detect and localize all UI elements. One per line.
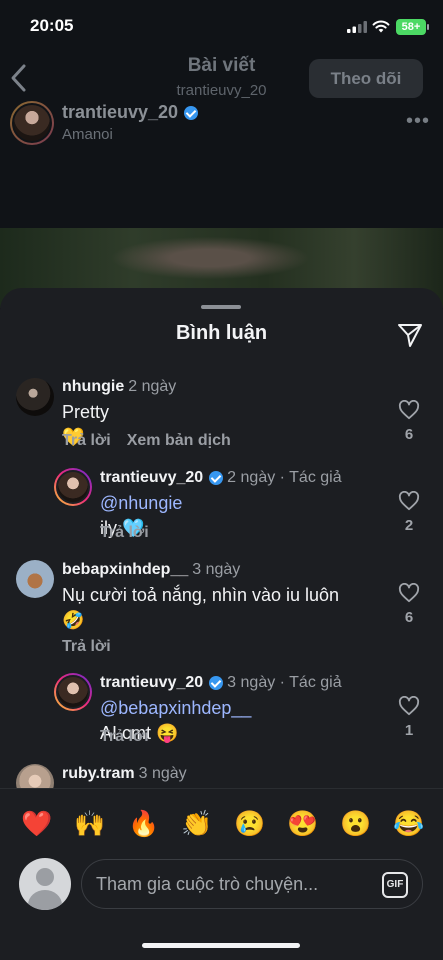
post-author-username[interactable]: trantieuvy_20 bbox=[62, 102, 199, 123]
like-count: 6 bbox=[404, 609, 414, 626]
emoji-clapping[interactable]: 👏 bbox=[181, 809, 212, 839]
comment-time: 3 ngày bbox=[192, 561, 241, 578]
commenter-avatar[interactable] bbox=[16, 378, 54, 416]
comment-time: 3 ngày bbox=[138, 765, 187, 782]
emoji-heart[interactable]: ❤️ bbox=[21, 809, 52, 839]
comment-actions: Trả lời bbox=[100, 524, 165, 542]
comments-sheet: Bình luận nhungie 2 ngày Pretty💛 Trả lời X… bbox=[0, 288, 443, 960]
reply-button[interactable]: Trả lời bbox=[100, 524, 149, 541]
comment-composer: GIF bbox=[0, 858, 443, 928]
like-count: 6 bbox=[404, 426, 414, 443]
like-control[interactable]: 2 bbox=[398, 491, 420, 534]
heart-icon[interactable] bbox=[398, 583, 420, 603]
comment-header: nhungie 2 ngày bbox=[62, 378, 176, 396]
verified-badge-icon bbox=[209, 470, 224, 485]
sheet-grabber[interactable] bbox=[201, 305, 241, 309]
emoji-fire[interactable]: 🔥 bbox=[128, 809, 159, 839]
emoji-raised-hands[interactable]: 🙌 bbox=[74, 809, 105, 839]
comment-username[interactable]: ruby.tram bbox=[62, 765, 135, 782]
emoji-crying[interactable]: 😢 bbox=[234, 809, 265, 839]
comment-header: trantieuvy_20 3 ngày · Tác giả bbox=[100, 674, 342, 692]
status-time: 20:05 bbox=[30, 16, 74, 35]
follow-button[interactable]: Theo dõi bbox=[309, 59, 423, 98]
like-control[interactable]: 6 bbox=[398, 400, 420, 443]
emoji-surprised[interactable]: 😮 bbox=[340, 809, 371, 839]
comment-username[interactable]: bebapxinhdep__ bbox=[62, 561, 188, 578]
like-control[interactable]: 6 bbox=[398, 583, 420, 626]
comment-actions: Trả lời bbox=[100, 728, 165, 746]
author-label: · Tác giả bbox=[279, 469, 342, 486]
comment-time: 2 ngày bbox=[227, 469, 276, 486]
comment-username[interactable]: nhungie bbox=[62, 378, 124, 395]
reply-button[interactable]: Trả lời bbox=[62, 638, 111, 655]
comment-header: bebapxinhdep__ 3 ngày bbox=[62, 561, 240, 579]
comment-time: 2 ngày bbox=[128, 378, 177, 395]
commenter-avatar[interactable] bbox=[54, 673, 92, 711]
emoji-laughing[interactable]: 😂 bbox=[393, 809, 424, 839]
like-control[interactable]: 1 bbox=[398, 696, 420, 739]
comment-input-container[interactable]: GIF bbox=[81, 859, 423, 909]
author-label: · Tác giả bbox=[279, 674, 342, 691]
verified-badge-icon bbox=[184, 106, 199, 121]
commenter-avatar[interactable] bbox=[16, 560, 54, 598]
comment-actions: Trả lời Xem bản dịch bbox=[62, 432, 247, 450]
battery-indicator: 58+ bbox=[396, 19, 429, 35]
wifi-icon bbox=[372, 20, 390, 33]
heart-icon[interactable] bbox=[398, 400, 420, 420]
heart-icon[interactable] bbox=[398, 696, 420, 716]
current-user-avatar bbox=[19, 858, 71, 910]
comment-time: 3 ngày bbox=[227, 674, 276, 691]
like-count: 1 bbox=[404, 722, 414, 739]
heart-icon[interactable] bbox=[398, 491, 420, 511]
comment-username[interactable]: trantieuvy_20 bbox=[100, 674, 203, 691]
comment-username[interactable]: trantieuvy_20 bbox=[100, 469, 203, 486]
cellular-signal-icon bbox=[347, 21, 367, 33]
verified-badge-icon bbox=[209, 675, 224, 690]
comment-actions: Trả lời bbox=[62, 638, 127, 656]
comment-header: ruby.tram 3 ngày bbox=[62, 765, 187, 783]
post-location[interactable]: Amanoi bbox=[62, 126, 113, 143]
emoji-reaction-bar: ❤️ 🙌 🔥 👏 😢 😍 😮 😂 bbox=[0, 788, 443, 863]
comment-header: trantieuvy_20 2 ngày · Tác giả bbox=[100, 469, 342, 487]
see-translation-button[interactable]: Xem bản dịch bbox=[127, 432, 231, 449]
emoji-heart-eyes[interactable]: 😍 bbox=[287, 809, 318, 839]
home-indicator[interactable] bbox=[142, 943, 300, 948]
mention-link[interactable]: @bebapxinhdep__ bbox=[100, 698, 251, 718]
comment-input[interactable] bbox=[96, 870, 366, 898]
comment-text: Nụ cười toả nắng, nhìn vào iu luôn 🤣 bbox=[62, 585, 340, 630]
more-options-icon[interactable]: ••• bbox=[406, 110, 430, 133]
status-bar: 20:05 58+ bbox=[0, 14, 443, 40]
commenter-avatar[interactable] bbox=[54, 468, 92, 506]
reply-button[interactable]: Trả lời bbox=[62, 432, 111, 449]
mention-link[interactable]: @nhungie bbox=[100, 493, 182, 513]
reply-button[interactable]: Trả lời bbox=[100, 728, 149, 745]
post-author-avatar[interactable] bbox=[10, 101, 54, 145]
like-count: 2 bbox=[404, 517, 414, 534]
gif-button[interactable]: GIF bbox=[382, 872, 408, 898]
share-icon[interactable] bbox=[396, 321, 424, 349]
sheet-title: Bình luận bbox=[175, 322, 268, 344]
